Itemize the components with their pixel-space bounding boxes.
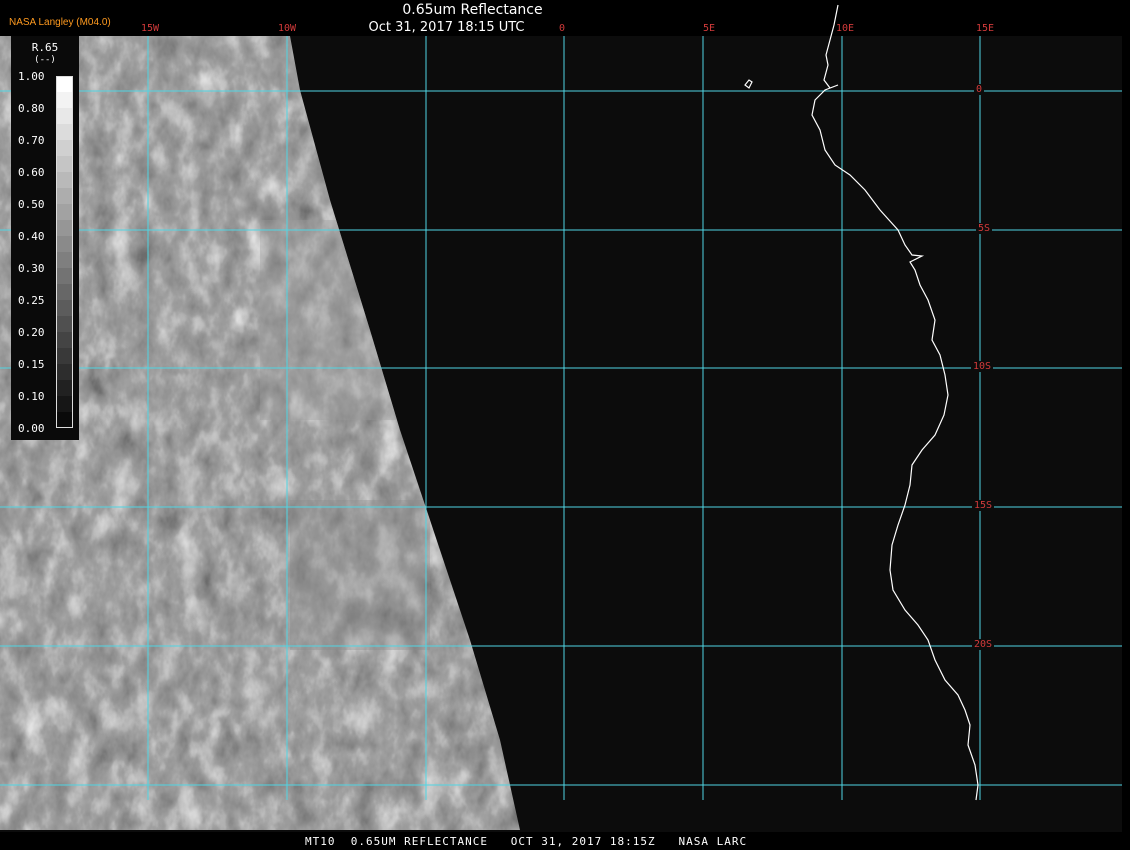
legend-tick-label: 0.80 (18, 102, 45, 115)
legend-tick-label: 0.25 (18, 294, 45, 307)
legend-tick-label: 0.10 (18, 390, 45, 403)
legend-tick-label: 0.50 (18, 198, 45, 211)
lon-label-0: 0 (559, 23, 566, 34)
lat-label-15s: 15S (972, 500, 995, 511)
lon-label-5e: 5E (703, 23, 716, 34)
legend-tick-label: 0.00 (18, 422, 45, 435)
lon-label-10e: 10E (836, 23, 855, 34)
lat-label-20s: 20S (972, 639, 995, 650)
lat-label-10s: 10S (971, 361, 994, 372)
map-timestamp: Oct 31, 2017 18:15 UTC (368, 20, 525, 35)
legend-tick-label: 0.20 (18, 326, 45, 339)
footer-caption: MT10 0.65UM REFLECTANCE OCT 31, 2017 18:… (305, 835, 748, 848)
satellite-map (0, 4, 1122, 832)
legend-tick-label: 0.70 (18, 134, 45, 147)
reflectance-legend: R.65 (--) 1.00 0.80 0.70 0.60 0.50 0.40 0.30 0.… (11, 36, 79, 440)
legend-tick-label: 0.40 (18, 230, 45, 243)
legend-tick-label: 0.15 (18, 358, 45, 371)
legend-tick-label: 1.00 (18, 70, 45, 83)
legend-tick-label: 0.30 (18, 262, 45, 275)
lon-label-15w: 15W (141, 23, 160, 34)
lat-label-5s: 5S (976, 223, 993, 234)
legend-name: R.65 (31, 41, 59, 54)
lon-label-15e: 15E (976, 23, 995, 34)
legend-tick-label: 0.60 (18, 166, 45, 179)
map-title: 0.65um Reflectance (402, 2, 543, 18)
lat-label-0: 0 (974, 84, 985, 95)
legend-unit: (--) (34, 55, 56, 65)
legend-colorbar-frame (56, 76, 73, 428)
lon-label-10w: 10W (278, 23, 297, 34)
